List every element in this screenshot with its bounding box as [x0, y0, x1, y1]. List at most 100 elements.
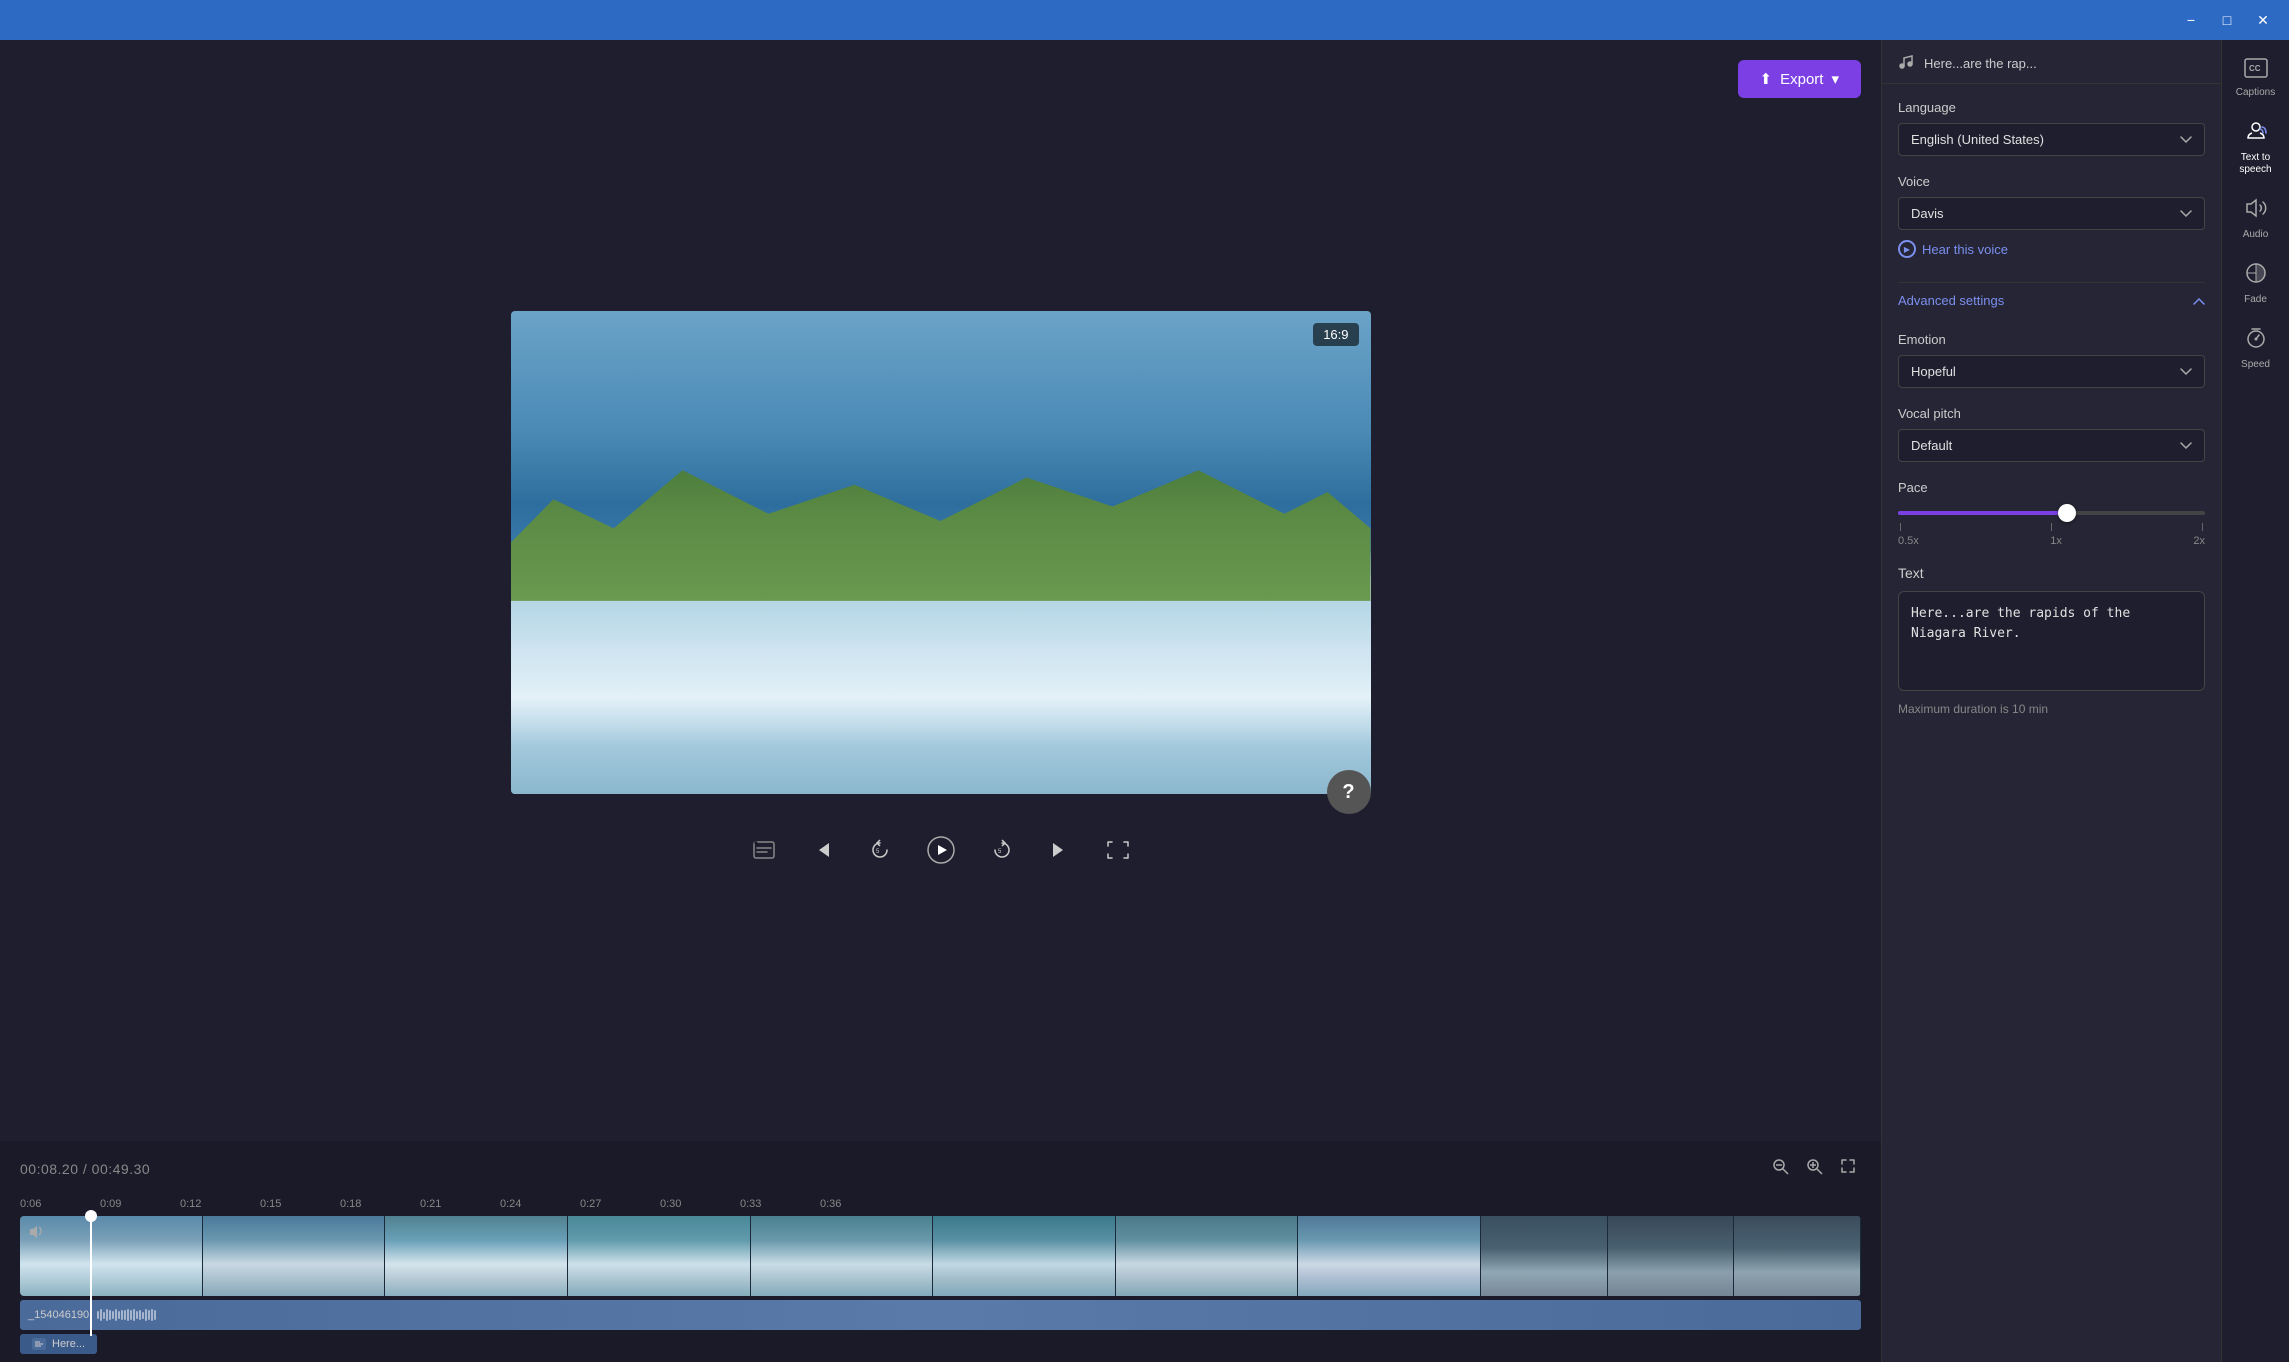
sidebar-item-audio[interactable]: Audio — [2227, 188, 2285, 249]
vocal-pitch-chevron-icon — [2180, 442, 2192, 450]
ruler-mark-10: 0:36 — [820, 1198, 900, 1210]
emotion-select[interactable]: Hopeful — [1898, 355, 2205, 388]
close-button[interactable]: ✕ — [2249, 6, 2277, 34]
advanced-chevron-icon — [2193, 297, 2205, 305]
emotion-value: Hopeful — [1911, 364, 1956, 379]
audio-clip-text: Here... — [52, 1338, 85, 1350]
zoom-in-button[interactable] — [1801, 1153, 1827, 1184]
audio-track-inner: _154046190 — [20, 1300, 1861, 1330]
video-segment-main[interactable] — [20, 1216, 1481, 1296]
skip-back-button[interactable] — [805, 833, 839, 867]
speed-sidebar-icon — [2244, 326, 2268, 355]
wave-bar — [112, 1311, 114, 1319]
ruler-mark-9: 0:33 — [740, 1198, 820, 1210]
captions-button[interactable] — [747, 835, 781, 865]
export-chevron: ▾ — [1831, 70, 1839, 88]
language-value: English (United States) — [1911, 132, 2044, 147]
ruler-mark-6: 0:24 — [500, 1198, 580, 1210]
zoom-in-icon — [1805, 1157, 1823, 1175]
pace-group: Pace 0.5x — [1898, 480, 2205, 547]
panel-header-text: Here...are the rap... — [1924, 56, 2037, 71]
wave-bar — [106, 1309, 108, 1322]
panel-body: Language English (United States) Voice D… — [1882, 84, 2221, 1362]
forward-button[interactable]: 5 — [985, 833, 1019, 867]
hear-voice-button[interactable]: ▶ Hear this voice — [1898, 234, 2008, 264]
thumb-2 — [203, 1216, 386, 1296]
audio-sidebar-label: Audio — [2243, 229, 2269, 241]
timeline-tracks: _154046190 — [0, 1216, 1881, 1354]
video-segment-secondary[interactable] — [1481, 1216, 1861, 1296]
sidebar-item-tts[interactable]: Text tospeech — [2227, 111, 2285, 184]
captions-sidebar-icon: CC — [2244, 58, 2268, 83]
ruler-mark-2: 0:12 — [180, 1198, 260, 1210]
voice-label: Voice — [1898, 174, 2205, 189]
skip-forward-icon — [1049, 839, 1071, 861]
advanced-settings-toggle[interactable]: Advanced settings — [1898, 282, 2205, 318]
zoom-out-button[interactable] — [1767, 1153, 1793, 1184]
sidebar-item-speed[interactable]: Speed — [2227, 318, 2285, 379]
export-bar: ⬆ Export ▾ — [1738, 60, 1861, 98]
language-group: Language English (United States) — [1898, 100, 2205, 156]
captions-sidebar-label: Captions — [2236, 87, 2275, 99]
play-button[interactable] — [921, 830, 961, 870]
wave-bar — [109, 1310, 111, 1320]
aspect-ratio-badge: 16:9 — [1313, 323, 1358, 346]
ruler-mark-4: 0:18 — [340, 1198, 420, 1210]
emotion-chevron-icon — [2180, 368, 2192, 376]
ruler-mark-5: 0:21 — [420, 1198, 500, 1210]
vocal-pitch-value: Default — [1911, 438, 1952, 453]
captions-icon — [753, 841, 775, 859]
thumb-6 — [933, 1216, 1116, 1296]
help-button[interactable]: ? — [1327, 770, 1371, 814]
export-label: Export — [1780, 71, 1823, 88]
timeline-header: 00:08.20 / 00:49.30 — [0, 1149, 1881, 1192]
skip-forward-button[interactable] — [1043, 833, 1077, 867]
fade-sidebar-icon — [2244, 261, 2268, 290]
thumb-p3 — [1734, 1216, 1861, 1296]
vocal-pitch-select[interactable]: Default — [1898, 429, 2205, 462]
wave-bar — [151, 1309, 153, 1321]
forward-icon: 5 — [991, 839, 1013, 861]
maximize-button[interactable]: □ — [2213, 6, 2241, 34]
pace-label: Pace — [1898, 480, 2205, 495]
wave-bar — [154, 1310, 156, 1320]
current-time: 00:08.20 — [20, 1161, 79, 1177]
audio-clip-icon — [32, 1338, 46, 1350]
playhead-marker — [85, 1210, 97, 1222]
voice-select[interactable]: Davis — [1898, 197, 2205, 230]
sidebar-item-fade[interactable]: Fade — [2227, 253, 2285, 314]
voice-value: Davis — [1911, 206, 1944, 221]
content-area: ⬆ Export ▾ 16:9 ? — [0, 40, 1881, 1362]
speed-sidebar-label: Speed — [2241, 359, 2270, 371]
pace-slider-track[interactable] — [1898, 511, 2205, 515]
video-track[interactable] — [20, 1216, 1861, 1296]
thumb-3 — [385, 1216, 568, 1296]
rewind-button[interactable]: 5 — [863, 833, 897, 867]
timeline-ruler: 0:06 0:09 0:12 0:15 0:18 0:21 0:24 0:27 … — [0, 1192, 1881, 1216]
thumb-1 — [20, 1216, 203, 1296]
thumb-4 — [568, 1216, 751, 1296]
expand-icon — [1839, 1157, 1857, 1175]
title-bar: − □ ✕ — [0, 0, 2289, 40]
minimize-button[interactable]: − — [2177, 6, 2205, 34]
pace-mid-label: 1x — [2050, 535, 2062, 547]
slider-labels: 0.5x 1x 2x — [1898, 535, 2205, 547]
tick-1x — [2051, 523, 2052, 531]
expand-timeline-button[interactable] — [1835, 1153, 1861, 1184]
right-panel: Here...are the rap... Language English (… — [1881, 40, 2221, 1362]
wave-bar — [121, 1310, 123, 1321]
export-button[interactable]: ⬆ Export ▾ — [1738, 60, 1861, 98]
tick-line — [2051, 523, 2052, 531]
sidebar-item-captions[interactable]: CC Captions — [2227, 50, 2285, 107]
language-select[interactable]: English (United States) — [1898, 123, 2205, 156]
pace-slider-thumb[interactable] — [2058, 504, 2076, 522]
tick-line — [1900, 523, 1901, 531]
hear-voice-label: Hear this voice — [1922, 242, 2008, 257]
vocal-pitch-group: Vocal pitch Default — [1898, 406, 2205, 462]
text-input[interactable]: Here...are the rapids of the Niagara Riv… — [1898, 591, 2205, 691]
tts-sidebar-label: Text tospeech — [2239, 152, 2271, 176]
audio-track[interactable]: _154046190 — [20, 1300, 1861, 1330]
fullscreen-button[interactable] — [1101, 835, 1135, 865]
fullscreen-icon — [1107, 841, 1129, 859]
audio-clip-label[interactable]: Here... — [20, 1334, 97, 1354]
